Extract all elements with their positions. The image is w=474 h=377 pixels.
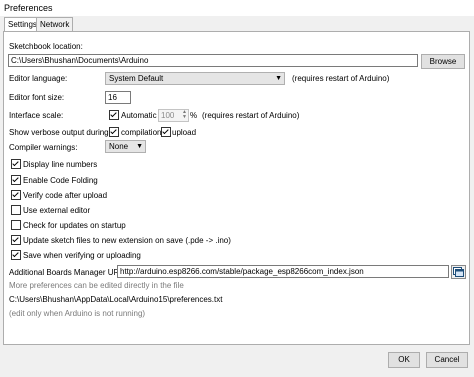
editor-language-select[interactable]: System Default ▼ (105, 72, 285, 85)
display-line-numbers-checkbox[interactable] (11, 159, 21, 169)
save-when-verifying-checkbox[interactable] (11, 250, 21, 260)
chevron-down-icon: ▼ (136, 143, 143, 150)
edit-urls-window-icon[interactable] (451, 265, 466, 279)
editor-language-label: Editor language: (9, 74, 68, 83)
edit-note-text: (edit only when Arduino is not running) (9, 309, 146, 318)
boards-manager-label: Additional Boards Manager URLs: (9, 268, 130, 277)
spinner-arrows-icon: ▲ ▼ (182, 109, 187, 120)
verbose-compilation-checkbox[interactable] (109, 127, 119, 137)
editor-language-value: System Default (109, 74, 164, 83)
sketchbook-label: Sketchbook location: (9, 42, 83, 51)
automatic-scale-label: Automatic (121, 111, 157, 120)
editor-font-size-input[interactable]: 16 (105, 91, 131, 104)
enable-code-folding-checkbox[interactable] (11, 175, 21, 185)
display-line-numbers-label: Display line numbers (23, 160, 98, 169)
enable-code-folding-label: Enable Code Folding (23, 176, 98, 185)
more-preferences-text: More preferences can be edited directly … (9, 281, 184, 290)
compiler-warnings-label: Compiler warnings: (9, 143, 78, 152)
check-updates-checkbox[interactable] (11, 220, 21, 230)
interface-scale-unit: % (190, 111, 198, 120)
interface-scale-note: (requires restart of Arduino) (202, 111, 300, 120)
save-when-verifying-label: Save when verifying or uploading (23, 251, 141, 260)
compiler-warnings-select[interactable]: None ▼ (105, 140, 146, 153)
interface-scale-value: 100 (161, 111, 175, 120)
update-sketch-extension-label: Update sketch files to new extension on … (23, 236, 231, 245)
editor-language-note: (requires restart of Arduino) (292, 74, 390, 83)
verbose-output-label: Show verbose output during: (9, 128, 111, 137)
verify-after-upload-label: Verify code after upload (23, 191, 108, 200)
cancel-button[interactable]: Cancel (426, 352, 468, 368)
compiler-warnings-value: None (109, 142, 129, 151)
boards-manager-urls-input[interactable]: http://arduino.esp8266.com/stable/packag… (117, 265, 449, 278)
browse-button[interactable]: Browse (421, 54, 465, 69)
preferences-file-path: C:\Users\Bhushan\AppData\Local\Arduino15… (9, 295, 223, 304)
interface-scale-label: Interface scale: (9, 111, 64, 120)
interface-scale-spinner[interactable]: 100 ▲ ▼ (158, 109, 189, 122)
automatic-scale-checkbox[interactable] (109, 110, 119, 120)
editor-font-size-label: Editor font size: (9, 93, 65, 102)
sketchbook-location-input[interactable]: C:\Users\Bhushan\Documents\Arduino (8, 54, 418, 67)
update-sketch-extension-checkbox[interactable] (11, 235, 21, 245)
verbose-upload-checkbox[interactable] (161, 127, 171, 137)
use-external-editor-checkbox[interactable] (11, 205, 21, 215)
verbose-upload-label: upload (172, 128, 197, 137)
settings-panel: Sketchbook location: C:\Users\Bhushan\Do… (3, 31, 470, 345)
chevron-down-icon: ▼ (275, 75, 282, 82)
window-title: Preferences (4, 3, 53, 13)
verify-after-upload-checkbox[interactable] (11, 190, 21, 200)
title-bar: Preferences (0, 0, 474, 16)
ok-button[interactable]: OK (388, 352, 420, 368)
verbose-compilation-label: compilation (121, 128, 162, 137)
use-external-editor-label: Use external editor (23, 206, 91, 215)
check-updates-label: Check for updates on startup (23, 221, 126, 230)
